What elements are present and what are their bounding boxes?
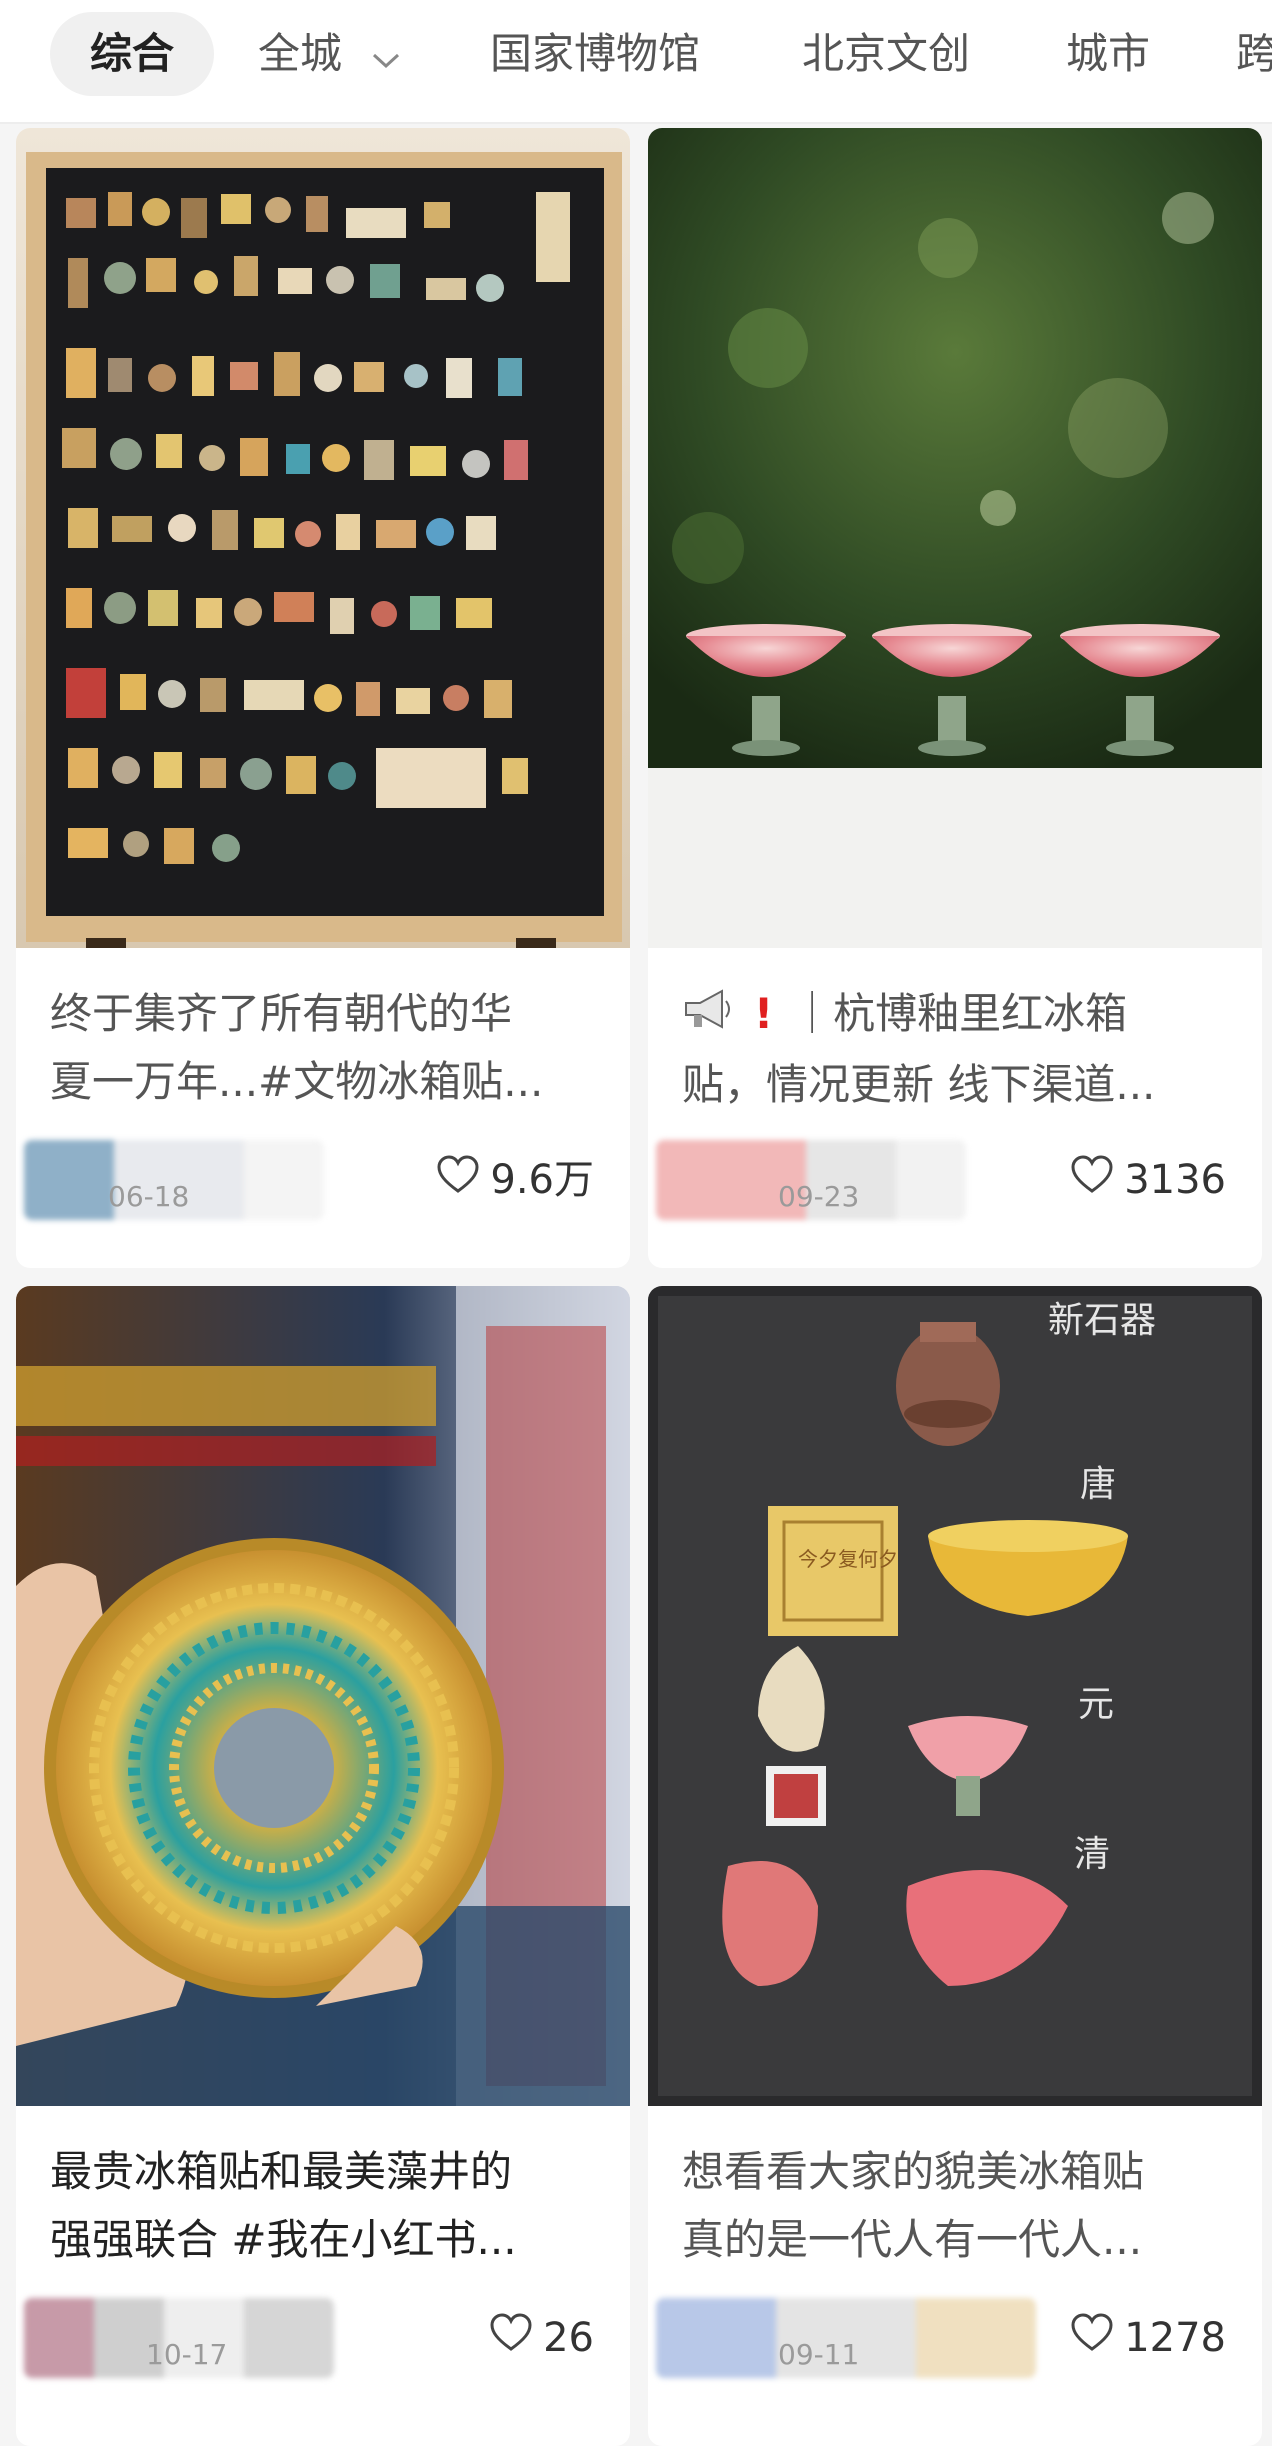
tab-label: 全城 (258, 29, 343, 78)
like-count: 1278 (1124, 2315, 1226, 2361)
megaphone-icon (682, 983, 738, 1051)
tab-label: 跨 (1236, 29, 1272, 78)
heart-icon (1070, 1152, 1114, 1212)
heart-icon (1070, 2310, 1114, 2370)
post-date: 10-17 (146, 2338, 228, 2371)
note-card[interactable]: 最贵冰箱贴和最美藻井的 强强联合 #我在小红书... 10-17 26 (16, 1286, 630, 2446)
card-title-line: 最贵冰箱贴和最美藻井的 (50, 2147, 513, 2196)
like-button[interactable]: 1278 (1070, 2308, 1226, 2368)
card-title[interactable]: 想看看大家的貌美冰箱贴 真的是一代人有一代人... (682, 2138, 1232, 2274)
like-count: 26 (543, 2315, 594, 2361)
card-title[interactable]: 终于集齐了所有朝代的华 夏一万年...#文物冰箱贴... (50, 980, 600, 1116)
card-footer: 09-23 3136 (648, 1140, 1262, 1220)
card-footer: 10-17 26 (16, 2298, 630, 2378)
tab-city-filter[interactable]: 全城 (258, 12, 401, 96)
board-label: 元 (1078, 1684, 1114, 1725)
tab-cross[interactable]: 跨 (1236, 12, 1272, 96)
card-title-line: 强强联合 #我在小红书... (50, 2215, 517, 2264)
card-title[interactable]: ! ｜杭博釉里红冰箱 贴，情况更新 线下渠道... (682, 980, 1232, 1119)
tab-label: 国家博物馆 (490, 29, 701, 78)
card-title-line: 终于集齐了所有朝代的华 (50, 989, 513, 1038)
category-tab-bar: 综合 全城 国家博物馆 北京文创 城市 跨 (0, 0, 1272, 122)
board-label: 今夕复何夕 (798, 1547, 898, 1571)
card-image[interactable] (16, 1286, 630, 2106)
board-label: 新石器 (1048, 1300, 1156, 1341)
note-card[interactable]: 终于集齐了所有朝代的华 夏一万年...#文物冰箱贴... 06-18 9.6万 (16, 128, 630, 1268)
like-count: 9.6万 (490, 1157, 594, 1203)
tab-label: 北京文创 (802, 29, 971, 78)
heart-icon (489, 2310, 533, 2370)
card-title-line: 想看看大家的貌美冰箱贴 (682, 2147, 1145, 2196)
card-image[interactable]: 新石器 唐 元 清 今夕复何夕 (648, 1286, 1262, 2106)
like-count: 3136 (1124, 1157, 1226, 1203)
card-title-line: ｜杭博釉里红冰箱 (791, 989, 1128, 1038)
card-footer: 09-11 1278 (648, 2298, 1262, 2378)
card-image[interactable] (648, 128, 1262, 948)
tab-national-museum[interactable]: 国家博物馆 (490, 12, 700, 96)
tabbar-divider (0, 122, 1272, 124)
heart-icon (436, 1152, 480, 1212)
chevron-down-icon (371, 15, 401, 99)
card-image[interactable] (16, 128, 630, 948)
tab-city[interactable]: 城市 (1066, 12, 1150, 96)
post-date: 09-11 (778, 2338, 860, 2371)
exclamation-icon: ! (754, 989, 774, 1038)
card-title-line: 真的是一代人有一代人... (682, 2215, 1143, 2264)
note-card[interactable]: ! ｜杭博釉里红冰箱 贴，情况更新 线下渠道... 09-23 3136 (648, 128, 1262, 1268)
post-date: 09-23 (778, 1180, 860, 1213)
tab-beijing-creative[interactable]: 北京文创 (802, 12, 970, 96)
card-title-line: 贴，情况更新 线下渠道... (682, 1059, 1156, 1109)
like-button[interactable]: 26 (489, 2308, 594, 2368)
board-label: 唐 (1080, 1464, 1116, 1505)
card-title-line: 夏一万年...#文物冰箱贴... (50, 1057, 544, 1106)
tab-label: 城市 (1066, 29, 1151, 78)
card-title[interactable]: 最贵冰箱贴和最美藻井的 强强联合 #我在小红书... (50, 2138, 600, 2274)
note-card[interactable]: 新石器 唐 元 清 今夕复何夕 想看看大家的貌美冰箱贴 真的是一代人有一代人..… (648, 1286, 1262, 2446)
like-button[interactable]: 3136 (1070, 1150, 1226, 1210)
tab-label: 综合 (90, 29, 175, 78)
post-date: 06-18 (108, 1180, 190, 1213)
board-label: 清 (1074, 1834, 1110, 1875)
tab-comprehensive[interactable]: 综合 (50, 12, 215, 96)
like-button[interactable]: 9.6万 (436, 1150, 594, 1210)
card-footer: 06-18 9.6万 (16, 1140, 630, 1220)
